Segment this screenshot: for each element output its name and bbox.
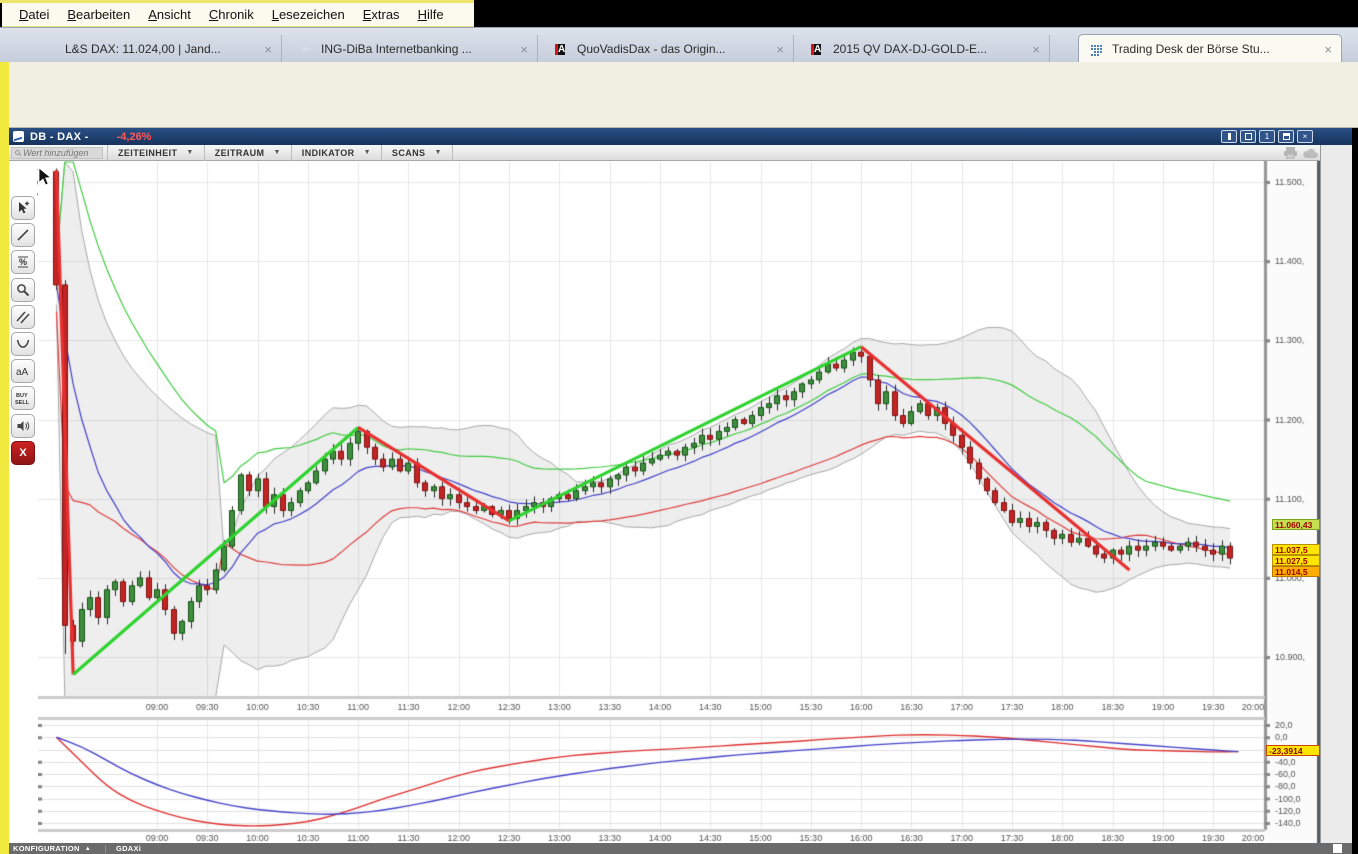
line-icon	[16, 228, 30, 242]
trading-desk-favicon	[1090, 43, 1104, 55]
percent-lines-icon: %	[16, 255, 30, 269]
price-flag-yellow-2: 11.027,5	[1272, 555, 1320, 566]
chart-window-icon	[13, 131, 24, 142]
ls-dax-favicon	[42, 41, 58, 57]
close-window-button[interactable]: ×	[1297, 130, 1313, 143]
tab-title: L&S DAX: 11.024,00 | Jand...	[65, 42, 261, 56]
menu-label: INDIKATOR	[302, 148, 355, 158]
tab-trading-desk-active[interactable]: Trading Desk der Börse Stu... ×	[1078, 34, 1342, 63]
app-title-bar[interactable]: DB - DAX - -4,26% 1 ×	[8, 128, 1352, 145]
ariva-favicon: A	[554, 41, 570, 57]
speaker-icon	[16, 419, 30, 433]
status-divider	[105, 845, 106, 853]
tab-quovadisdax[interactable]: A QuoVadisDax - das Origin... ×	[544, 35, 794, 63]
tab-strip: L&S DAX: 11.024,00 | Jand... × ING-DiBa …	[0, 27, 1358, 62]
arc-tool-button[interactable]	[11, 332, 35, 356]
trendline-tool-button[interactable]	[11, 223, 35, 247]
add-instrument-input[interactable]	[23, 148, 99, 158]
parallel-lines-tool-button[interactable]	[11, 305, 35, 329]
svg-text:SELL: SELL	[15, 400, 30, 406]
text-tool-button[interactable]: aA	[11, 359, 35, 383]
magnifier-icon	[16, 283, 30, 297]
menu-datei[interactable]: Datei	[10, 4, 58, 26]
app-title: DB - DAX -	[30, 131, 89, 143]
chevron-down-icon: ▼	[273, 149, 280, 156]
tab-ing-diba[interactable]: ING-DiBa Internetbanking ... ×	[288, 35, 538, 63]
svg-text:BUY: BUY	[16, 393, 28, 399]
tab-title: Trading Desk der Börse Stu...	[1112, 42, 1321, 56]
menu-indikator[interactable]: INDIKATOR ▼	[291, 145, 381, 161]
menu-ansicht[interactable]: Ansicht	[139, 4, 200, 26]
chevron-up-icon: ▲	[85, 846, 91, 852]
print-icon[interactable]	[1284, 147, 1297, 159]
tab-ls-dax[interactable]: L&S DAX: 11.024,00 | Jand... ×	[32, 35, 282, 63]
cloud-upload-icon[interactable]	[1303, 147, 1318, 159]
menu-extras[interactable]: Extras	[354, 4, 409, 26]
add-instrument-field[interactable]	[11, 147, 103, 159]
pointer-tool-button[interactable]	[11, 196, 35, 220]
cursor-plus-icon	[16, 201, 30, 215]
buy-sell-tool-button[interactable]: BUYSELL	[11, 386, 35, 410]
search-icon	[15, 150, 20, 155]
price-flag-orange: 11.014,5	[1272, 566, 1320, 577]
alert-tool-button[interactable]	[11, 414, 35, 438]
collapsed-side-panel[interactable]	[1320, 145, 1352, 843]
app-status-bar: KONFIGURATION ▲ GDAXi	[8, 843, 1352, 854]
pane-left-button[interactable]	[1221, 130, 1237, 143]
layout-one-button[interactable]: 1	[1259, 130, 1275, 143]
buy-sell-icon: BUYSELL	[14, 390, 32, 406]
chevron-down-icon: ▼	[186, 149, 193, 156]
tab-close-icon[interactable]: ×	[773, 42, 787, 57]
status-instrument: GDAXi	[116, 844, 141, 853]
maximize-button[interactable]	[1240, 130, 1256, 143]
menu-zeiteinheit[interactable]: ZEITEINHEIT ▼	[107, 145, 204, 161]
trading-desk-app: DB - DAX - -4,26% 1 × ZEITEINHEIT ▼ ZEIT…	[8, 128, 1352, 854]
zoom-tool-button[interactable]	[11, 278, 35, 302]
menu-hilfe[interactable]: Hilfe	[409, 4, 453, 26]
price-flag-yellow-1: 11.037,5	[1272, 544, 1320, 555]
menu-label: ZEITEINHEIT	[118, 148, 177, 158]
restore-button[interactable]	[1278, 130, 1294, 143]
tab-2015-qv[interactable]: A 2015 QV DAX-DJ-GOLD-E... ×	[800, 35, 1050, 63]
ariva-favicon: A	[810, 41, 826, 57]
macd-value-flag: -23,3914	[1266, 745, 1320, 756]
menu-bearbeiten[interactable]: Bearbeiten	[58, 4, 139, 26]
menu-scans[interactable]: SCANS ▼	[381, 145, 453, 161]
curve-icon	[16, 337, 30, 351]
window-buttons: 1 ×	[1221, 130, 1313, 143]
konfiguration-toggle[interactable]: KONFIGURATION	[13, 844, 80, 853]
menu-lesezeichen[interactable]: Lesezeichen	[263, 4, 354, 26]
tab-title: 2015 QV DAX-DJ-GOLD-E...	[833, 42, 1029, 56]
chevron-down-icon: ▼	[434, 149, 441, 156]
price-chart-canvas[interactable]	[38, 161, 1320, 843]
percent-tool-button[interactable]: %	[11, 250, 35, 274]
parallel-lines-icon	[16, 310, 30, 324]
change-percent: -4,26%	[117, 131, 152, 143]
drawing-tool-sidebar: % aA BUYSELL X	[8, 161, 37, 843]
chart-toolbar: ZEITEINHEIT ▼ ZEITRAUM ▼ INDIKATOR ▼ SCA…	[8, 145, 1320, 161]
chevron-down-icon: ▼	[364, 149, 371, 156]
tab-close-icon[interactable]: ×	[1321, 42, 1335, 57]
price-flag-green: 11.060,43	[1272, 519, 1320, 530]
text-icon: aA	[15, 364, 31, 378]
theme-left-strip	[0, 62, 9, 854]
menu-zeitraum[interactable]: ZEITRAUM ▼	[204, 145, 291, 161]
tab-close-icon[interactable]: ×	[1029, 42, 1043, 57]
menu-label: SCANS	[392, 148, 426, 158]
navigation-bar: ← Boerse Stuttgart AG (DE) https://tradi…	[0, 62, 1358, 128]
menu-bar-inner: Datei Bearbeiten Ansicht Chronik Lesezei…	[2, 3, 474, 27]
svg-text:%: %	[19, 257, 27, 267]
tab-title: ING-DiBa Internetbanking ...	[321, 42, 517, 56]
tab-close-icon[interactable]: ×	[261, 42, 275, 57]
svg-text:aA: aA	[16, 367, 29, 378]
menu-label: ZEITRAUM	[215, 148, 265, 158]
status-corner-button[interactable]	[1333, 844, 1342, 853]
close-panel-button[interactable]: X	[11, 441, 35, 465]
ing-favicon	[298, 41, 314, 57]
toolbar-right-icons	[1284, 147, 1318, 159]
tab-title: QuoVadisDax - das Origin...	[577, 42, 773, 56]
menu-chronik[interactable]: Chronik	[200, 4, 263, 26]
menu-bar: Datei Bearbeiten Ansicht Chronik Lesezei…	[0, 0, 1358, 27]
tab-close-icon[interactable]: ×	[517, 42, 531, 57]
